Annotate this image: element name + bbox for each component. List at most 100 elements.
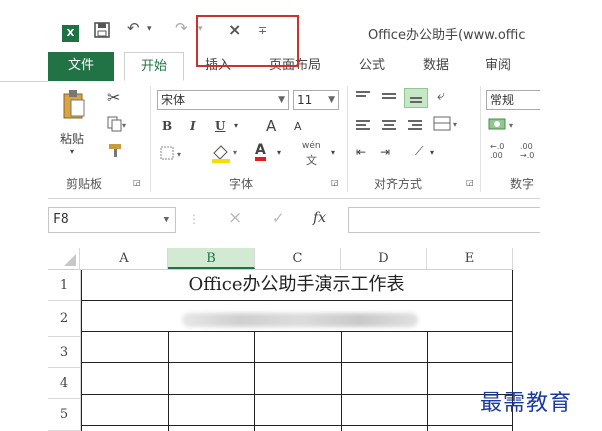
font-group-label: 字体	[229, 177, 254, 191]
orientation-dropdown-icon[interactable]: ▾	[430, 148, 434, 157]
clipboard-launcher-icon[interactable]: ◲	[133, 178, 141, 187]
row-header-1[interactable]: 1	[48, 270, 80, 301]
alignment-group-label: 对齐方式	[374, 177, 423, 191]
number-format-value: 常规	[490, 93, 515, 107]
tab-review[interactable]: 审阅	[478, 52, 518, 81]
column-header-d[interactable]: D	[341, 248, 427, 269]
increase-indent-icon[interactable]: ⇥	[380, 145, 390, 159]
column-header-b[interactable]: B	[168, 248, 255, 269]
bold-button[interactable]: B	[162, 119, 172, 133]
format-painter-icon[interactable]	[107, 142, 125, 161]
alignment-launcher-icon[interactable]: ◲	[466, 178, 474, 187]
tab-home[interactable]: 开始	[124, 52, 184, 81]
table-border	[81, 394, 513, 395]
align-left-icon[interactable]	[356, 120, 370, 132]
column-header-a[interactable]: A	[81, 248, 168, 269]
row-header-4[interactable]: 4	[48, 368, 80, 399]
blurred-content	[182, 313, 418, 327]
paste-icon[interactable]	[62, 88, 86, 127]
font-name-combo[interactable]: 宋体 ▼	[157, 90, 289, 110]
formula-input[interactable]	[348, 207, 540, 233]
row-header-3[interactable]: 3	[48, 337, 80, 368]
column-header-e[interactable]: E	[427, 248, 513, 269]
select-all-corner[interactable]	[48, 248, 80, 269]
clipboard-group-label: 剪贴板	[66, 177, 103, 191]
align-top-icon[interactable]	[356, 91, 370, 99]
shrink-font-button[interactable]: A	[294, 120, 302, 133]
undo-icon[interactable]: ↶	[127, 19, 140, 37]
font-color-button[interactable]: A	[255, 143, 266, 161]
align-right-icon[interactable]	[408, 120, 422, 132]
font-color-dropdown-icon[interactable]: ▾	[277, 148, 281, 157]
insert-function-button[interactable]: fx	[313, 210, 326, 226]
svg-text:▾: ▾	[509, 121, 513, 130]
decrease-indent-icon[interactable]: ⇤	[356, 145, 366, 159]
svg-text:▾: ▾	[122, 121, 126, 130]
empty-area	[540, 81, 602, 431]
table-border	[81, 331, 513, 332]
ribbon-separator	[347, 86, 348, 192]
currency-format-icon[interactable]: ▾	[488, 116, 518, 135]
align-bottom-button[interactable]	[404, 88, 428, 108]
font-name-value: 宋体	[161, 93, 186, 107]
highlight-annotation	[196, 15, 299, 67]
undo-dropdown-icon[interactable]: ▾	[147, 24, 152, 34]
font-launcher-icon[interactable]: ◲	[331, 178, 339, 187]
table-border	[81, 425, 513, 426]
paste-dropdown-icon[interactable]: ▾	[70, 147, 74, 156]
row-header-2[interactable]: 2	[48, 301, 80, 337]
svg-text:▾: ▾	[177, 150, 181, 159]
tab-data[interactable]: 数据	[416, 52, 456, 81]
copy-icon[interactable]: ▾	[107, 116, 127, 135]
wrap-text-icon[interactable]: ⤶	[437, 88, 445, 104]
tab-formulas[interactable]: 公式	[352, 52, 392, 81]
excel-logo-icon: X	[62, 25, 79, 42]
table-border	[168, 331, 169, 431]
tab-file[interactable]: 文件	[48, 52, 114, 81]
decrease-decimal-button[interactable]: .00 →.0	[520, 142, 534, 160]
cut-icon[interactable]: ✂	[107, 88, 120, 107]
name-box-value: F8	[53, 212, 69, 227]
number-format-combo[interactable]: 常规	[486, 90, 540, 110]
phonetic-bottom[interactable]: 文	[306, 152, 317, 168]
align-center-icon[interactable]	[382, 120, 396, 132]
table-border	[341, 331, 342, 431]
align-middle-icon[interactable]	[382, 93, 396, 101]
grow-font-button[interactable]: A	[266, 117, 276, 135]
table-border	[81, 362, 513, 363]
number-group-label: 数字	[510, 177, 535, 191]
merged-title-cell[interactable]: Office办公助手演示工作表	[81, 270, 512, 300]
paste-label[interactable]: 粘贴	[60, 130, 84, 147]
ribbon-separator	[150, 86, 151, 192]
border-icon[interactable]: ▾	[160, 146, 186, 163]
chevron-down-icon[interactable]: ▼	[328, 91, 335, 109]
cancel-formula-button[interactable]: ×	[228, 208, 242, 228]
table-border	[254, 331, 255, 431]
row-header-5[interactable]: 5	[48, 399, 80, 431]
phonetic-dropdown-icon[interactable]: ▾	[331, 148, 335, 157]
font-size-combo[interactable]: 11 ▼	[293, 90, 339, 110]
underline-dropdown-icon[interactable]: ▾	[234, 121, 238, 130]
underline-button[interactable]: U	[215, 119, 225, 133]
chevron-down-icon[interactable]: ▼	[164, 208, 169, 232]
name-box[interactable]: F8 ▼	[48, 207, 176, 233]
table-border	[427, 331, 428, 431]
italic-button[interactable]: I	[190, 119, 196, 133]
chevron-down-icon[interactable]: ▼	[278, 91, 285, 109]
window-title: Office办公助手(www.offic	[368, 28, 526, 43]
orientation-icon[interactable]: ⟋	[415, 144, 423, 159]
watermark-text: 最需教育	[480, 391, 573, 416]
column-header-c[interactable]: C	[255, 248, 341, 269]
font-size-value: 11	[297, 93, 313, 107]
redo-icon[interactable]: ↷	[175, 19, 188, 37]
table-border	[81, 300, 513, 301]
increase-decimal-button[interactable]: ←.0 .00	[490, 142, 504, 160]
fill-color-icon[interactable]: ▾	[211, 143, 241, 166]
merge-center-icon[interactable]: ▾	[433, 116, 461, 135]
ribbon-separator	[480, 86, 481, 192]
phonetic-top[interactable]: wén	[302, 141, 321, 151]
save-icon[interactable]	[94, 22, 110, 42]
formula-bar-grip-icon: ⋮	[188, 212, 200, 226]
svg-text:▾: ▾	[233, 148, 237, 157]
enter-formula-button[interactable]: ✓	[272, 209, 285, 227]
